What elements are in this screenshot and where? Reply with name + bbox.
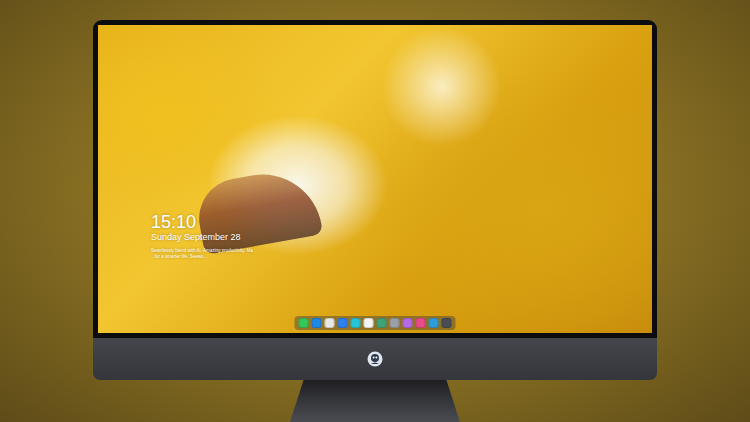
caption-line: Seamlessly blend with AI, Amazing produc… [151, 248, 253, 254]
app-icon[interactable] [325, 318, 335, 328]
app-icon[interactable] [442, 318, 452, 328]
clock-time: 15:10 [151, 212, 253, 232]
lock-screen-wallpaper: 15:10Sunday September 28 Seamlessly blend… [98, 25, 652, 333]
app-icon[interactable] [416, 318, 426, 328]
monitor-bezel: 15:10Sunday September 28 Seamlessly blend… [93, 20, 657, 338]
monitor-stand [290, 380, 460, 422]
app-icon[interactable] [390, 318, 400, 328]
app-icon[interactable] [351, 318, 361, 328]
wallpaper-caption: Seamlessly blend with AI, Amazing produc… [151, 248, 253, 260]
backdrop: 15:10Sunday September 28 Seamlessly blend… [0, 0, 750, 422]
app-icon[interactable] [377, 318, 387, 328]
app-icon[interactable] [312, 318, 322, 328]
app-icon[interactable] [299, 318, 309, 328]
lock-info: 15:10Sunday September 28 Seamlessly blend… [151, 212, 253, 260]
app-icon[interactable] [403, 318, 413, 328]
app-icon[interactable] [338, 318, 348, 328]
clock-date: Sunday September 28 [151, 232, 253, 243]
brand-logo-icon [367, 351, 383, 367]
app-icon[interactable] [364, 318, 374, 328]
monitor-chin [93, 338, 657, 380]
dock [295, 316, 456, 330]
app-icon[interactable] [429, 318, 439, 328]
caption-line: ...for a smarter life. Seewo... [151, 254, 253, 260]
